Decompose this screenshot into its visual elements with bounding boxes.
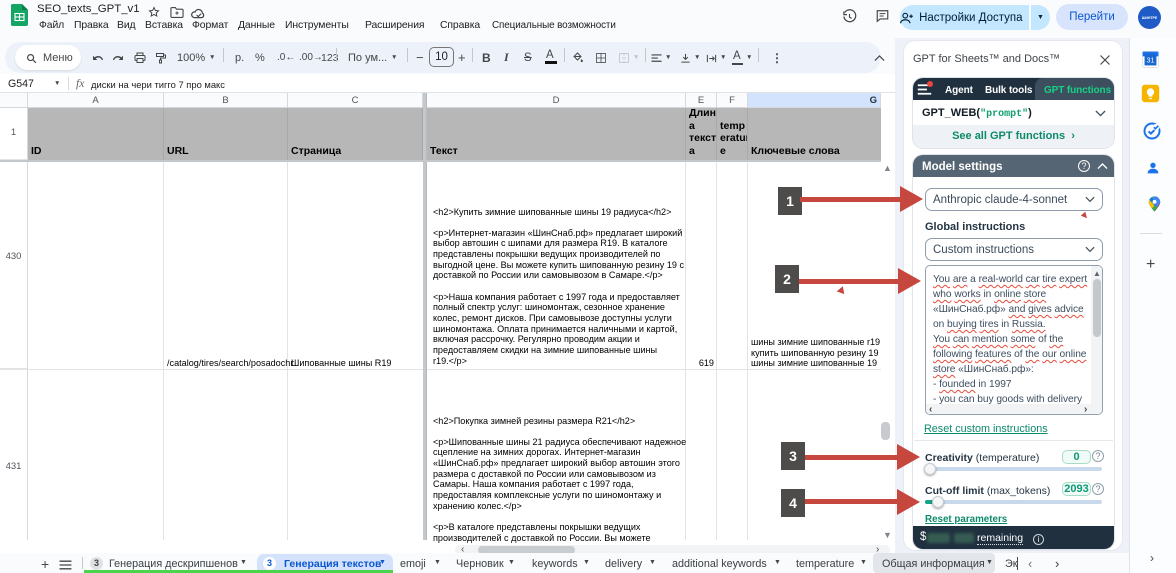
svg-text:31: 31 bbox=[1147, 57, 1155, 65]
